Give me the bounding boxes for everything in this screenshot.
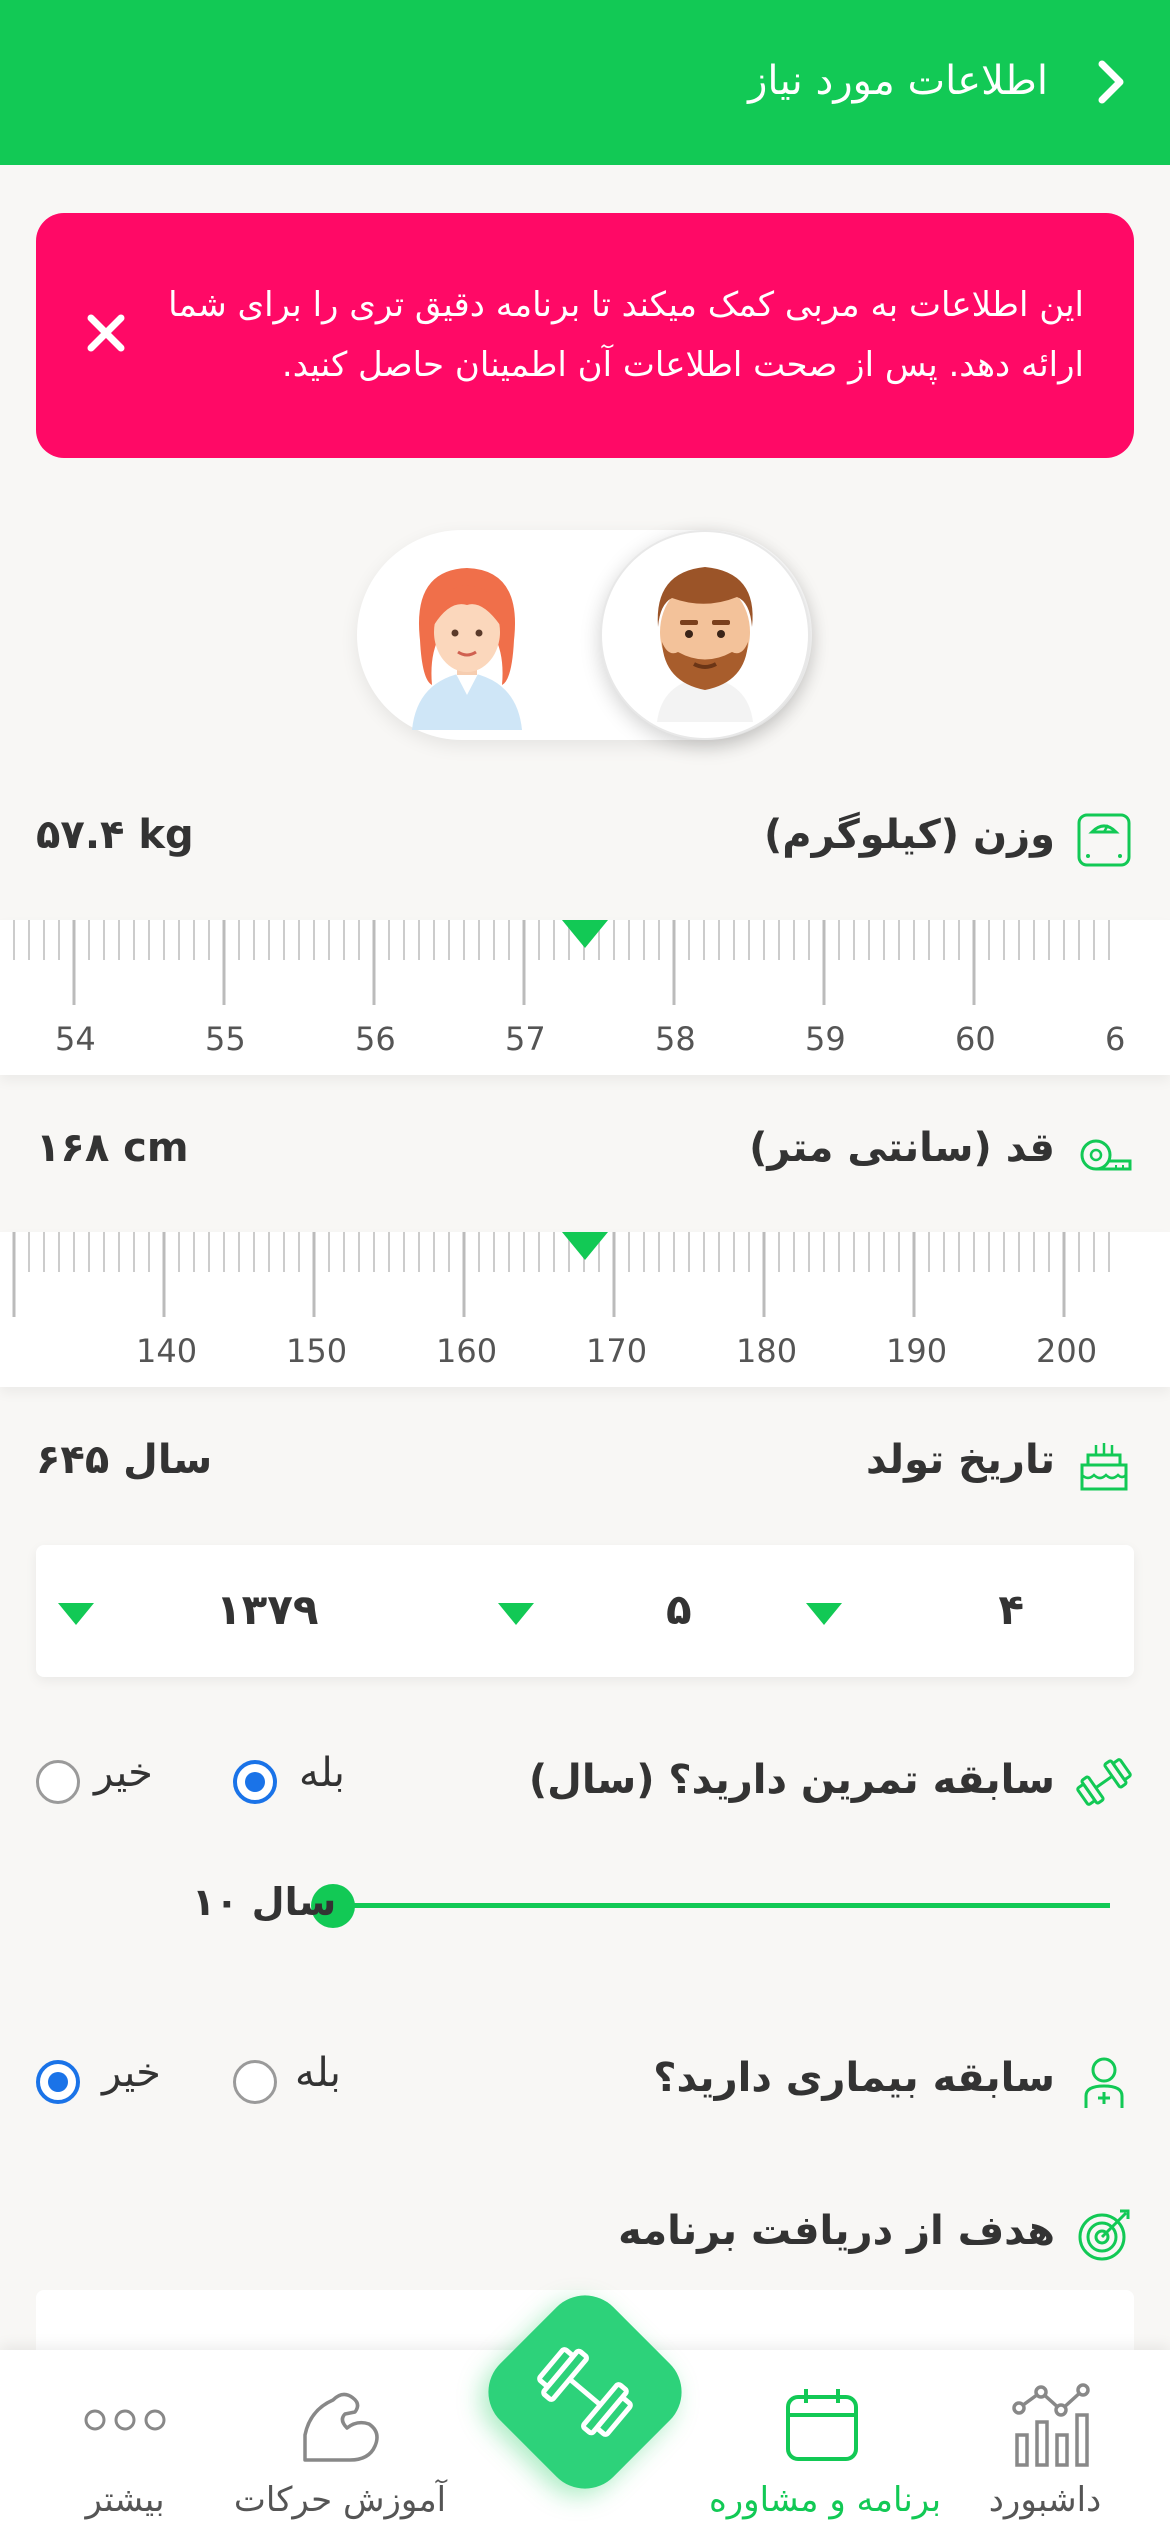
- flexed-arm-icon: [303, 2392, 379, 2462]
- year-select[interactable]: ۱۳۷۹: [36, 1545, 456, 1677]
- weight-tick-label: 60: [955, 1020, 996, 1058]
- illness-no-label: خیر: [102, 2050, 161, 2096]
- weight-tick-label: 55: [205, 1020, 246, 1058]
- tape-measure-icon: [1074, 1125, 1134, 1185]
- patient-icon: [1074, 2052, 1134, 2112]
- weight-tick-label: 6: [1105, 1020, 1126, 1058]
- day-select[interactable]: ۴: [804, 1545, 1134, 1677]
- height-ruler[interactable]: 140 150 160 170 180 190 200: [0, 1232, 1170, 1387]
- year-value: ۱۳۷۹: [216, 1585, 319, 1634]
- weight-tick-label: 57: [505, 1020, 546, 1058]
- age-value: ۶۴۵ سال: [36, 1437, 213, 1483]
- height-tick-label: 160: [436, 1332, 498, 1370]
- height-tick-label: 190: [886, 1332, 948, 1370]
- illness-no-option[interactable]: خیر: [36, 2050, 166, 2110]
- height-tick-label: 200: [1036, 1332, 1098, 1370]
- info-alert: این اطلاعات به مربی کمک میکند تا برنامه …: [36, 213, 1134, 458]
- female-option[interactable]: [362, 530, 572, 740]
- training-no-label: خیر: [94, 1750, 153, 1796]
- male-option[interactable]: [600, 530, 810, 740]
- tab-more-label: بیشتر: [85, 2480, 165, 2520]
- birthdate-picker: ۴ ۵ ۱۳۷۹: [36, 1545, 1134, 1677]
- training-no-radio[interactable]: [36, 1760, 80, 1804]
- chart-icon: [1012, 2383, 1090, 2467]
- female-avatar-icon: [412, 568, 522, 730]
- scale-icon: [1074, 810, 1134, 870]
- illness-yes-radio[interactable]: [233, 2060, 277, 2104]
- height-tick-label: 180: [736, 1332, 798, 1370]
- dumbbell-icon: [1074, 1752, 1134, 1812]
- close-icon[interactable]: [66, 293, 146, 373]
- day-value: ۴: [998, 1585, 1024, 1634]
- training-years-value: ۱۰ سال: [192, 1880, 337, 1924]
- height-tick-label: 140: [136, 1332, 198, 1370]
- back-arrow-icon[interactable]: [1080, 52, 1140, 112]
- illness-yes-option[interactable]: بله: [233, 2050, 363, 2110]
- weight-label: وزن (کیلوگرم): [764, 812, 1055, 858]
- weight-tick-label: 59: [805, 1020, 846, 1058]
- tab-exercises-label: آموزش حرکات: [233, 2480, 447, 2520]
- weight-ruler[interactable]: 54 55 56 57 58 59 60 6: [0, 920, 1170, 1075]
- height-label: قد (سانتی متر): [749, 1125, 1055, 1171]
- training-label: سابقه تمرین دارید؟ (سال): [528, 1757, 1055, 1803]
- chevron-down-icon: [58, 1603, 94, 1625]
- cake-icon: [1074, 1435, 1134, 1495]
- height-pointer-icon: [562, 1232, 608, 1260]
- weight-pointer-icon: [562, 920, 608, 948]
- illness-no-radio[interactable]: [36, 2060, 80, 2104]
- month-value: ۵: [666, 1585, 692, 1634]
- more-dots-icon: [84, 2409, 166, 2431]
- training-years-slider-track[interactable]: [332, 1903, 1110, 1908]
- dumbbell-icon: [537, 2347, 633, 2437]
- tab-program-label: برنامه و مشاوره: [708, 2480, 942, 2520]
- page-title: اطلاعات مورد نیاز: [748, 58, 1048, 104]
- height-tick-label: 170: [586, 1332, 648, 1370]
- training-yes-label: بله: [299, 1750, 345, 1796]
- calendar-icon: [786, 2389, 858, 2461]
- app-header: اطلاعات مورد نیاز: [0, 0, 1170, 165]
- training-yes-radio[interactable]: [233, 1760, 277, 1804]
- tab-dashboard[interactable]: داشبورد: [960, 2350, 1170, 2532]
- tab-exercises[interactable]: آموزش حرکات: [230, 2350, 450, 2532]
- height-tick-label: 150: [286, 1332, 348, 1370]
- illness-yes-label: بله: [295, 2050, 341, 2096]
- training-yes-option[interactable]: بله: [233, 1750, 363, 1810]
- month-select[interactable]: ۵: [496, 1545, 776, 1677]
- chevron-down-icon: [806, 1603, 842, 1625]
- training-no-option[interactable]: خیر: [36, 1750, 166, 1810]
- height-value: ۱۶۸ cm: [36, 1125, 189, 1171]
- tab-dashboard-label: داشبورد: [988, 2480, 1102, 2520]
- weight-tick-label: 58: [655, 1020, 696, 1058]
- target-icon: [1074, 2205, 1134, 2265]
- illness-label: سابقه بیماری دارید؟: [653, 2055, 1055, 2101]
- weight-tick-label: 54: [55, 1020, 96, 1058]
- tab-more[interactable]: بیشتر: [50, 2350, 200, 2532]
- weight-tick-label: 56: [355, 1020, 396, 1058]
- weight-value: ۵۷.۴ kg: [36, 812, 194, 858]
- alert-message: این اطلاعات به مربی کمک میکند تا برنامه …: [168, 285, 1084, 385]
- tab-program[interactable]: برنامه و مشاوره: [700, 2350, 950, 2532]
- birthdate-label: تاریخ تولد: [865, 1437, 1055, 1483]
- chevron-down-icon: [498, 1603, 534, 1625]
- goal-label: هدف از دریافت برنامه: [618, 2208, 1055, 2254]
- male-avatar-icon: [657, 567, 753, 722]
